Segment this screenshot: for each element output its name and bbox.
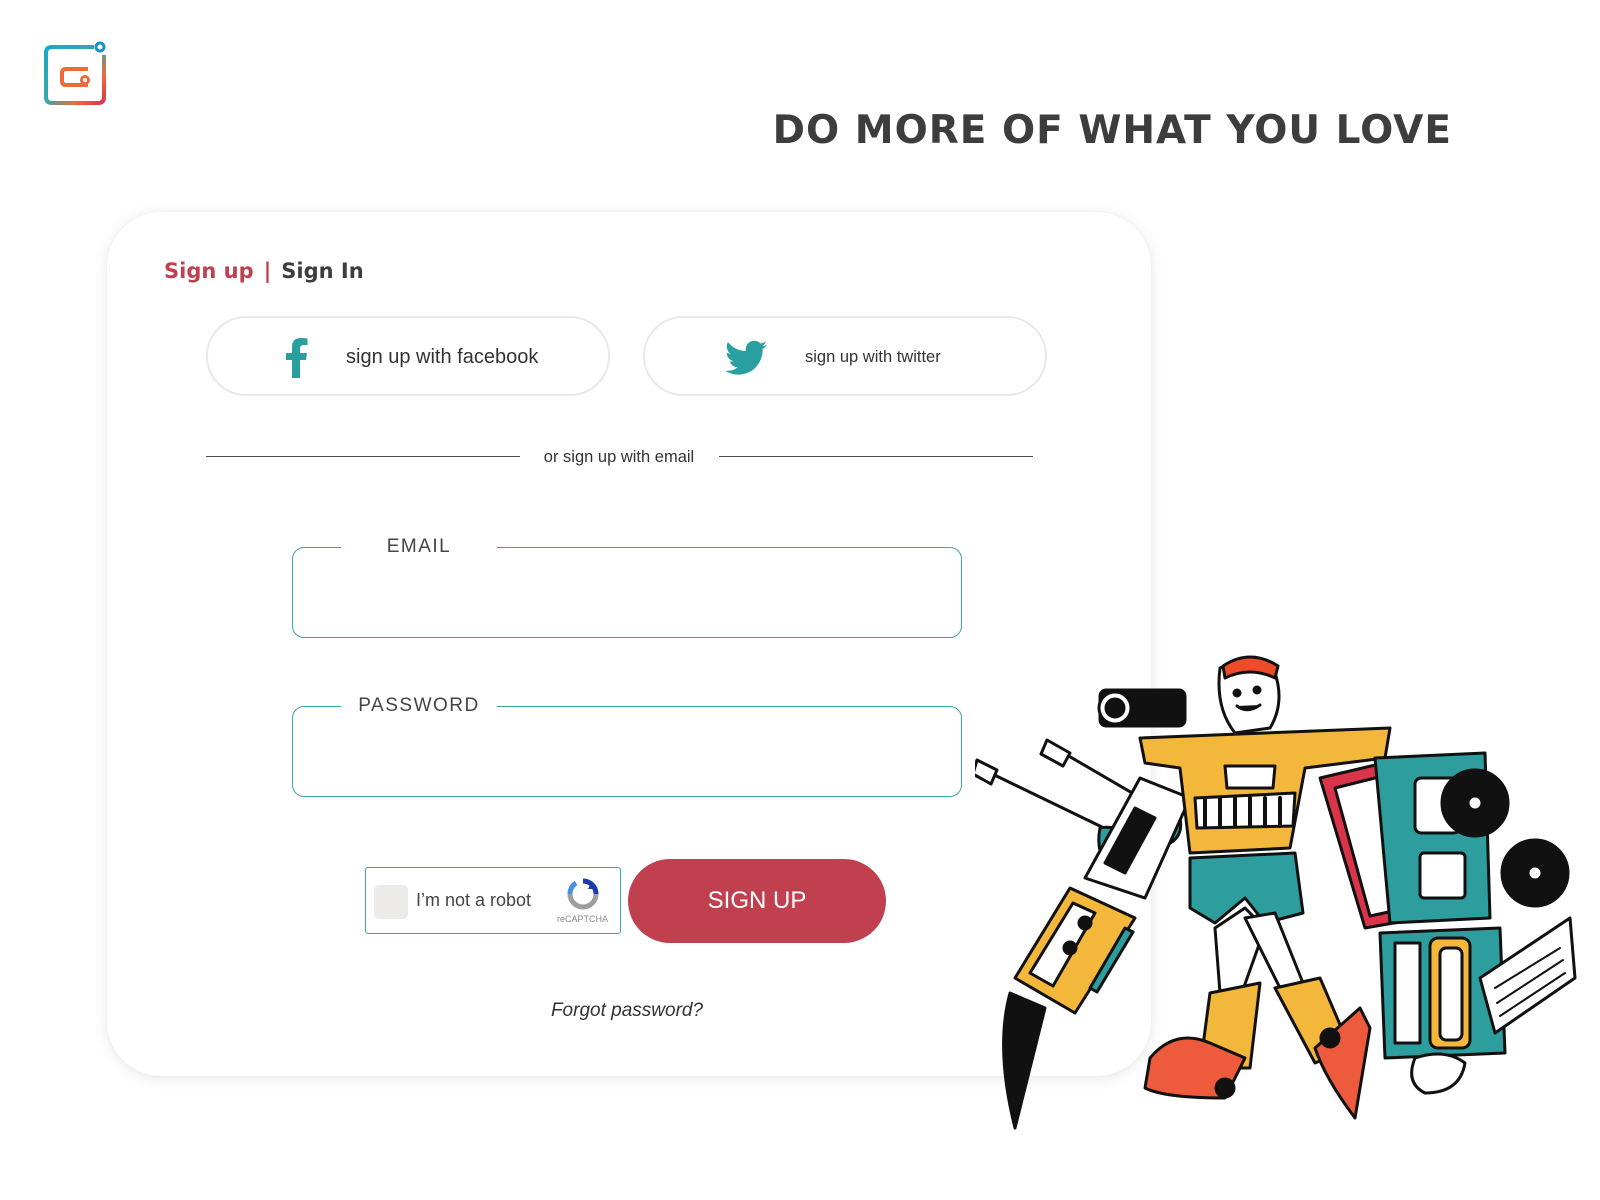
twitter-signup-label: sign up with twitter bbox=[805, 348, 941, 366]
recaptcha-label: I’m not a robot bbox=[416, 890, 532, 910]
facebook-signup-button[interactable]: sign up with facebook bbox=[206, 316, 610, 396]
auth-tabs: Sign up | Sign In bbox=[164, 259, 364, 283]
forgot-password-link[interactable]: Forgot password? bbox=[487, 1000, 767, 1022]
divider-line-right bbox=[719, 456, 1033, 457]
email-label: EMAIL bbox=[341, 534, 497, 560]
twitter-icon bbox=[725, 340, 767, 375]
password-field: PASSWORD bbox=[292, 693, 962, 797]
password-input[interactable] bbox=[307, 727, 947, 786]
tab-sign-in[interactable]: Sign In bbox=[281, 259, 363, 283]
email-field: EMAIL bbox=[292, 534, 962, 638]
tab-sign-up[interactable]: Sign up bbox=[164, 259, 254, 283]
facebook-icon bbox=[286, 338, 308, 378]
recaptcha-icon bbox=[567, 878, 599, 910]
divider-line-left bbox=[206, 456, 520, 457]
app-logo-icon bbox=[44, 41, 106, 105]
recaptcha-checkbox[interactable] bbox=[374, 885, 408, 919]
tab-separator: | bbox=[263, 259, 272, 283]
password-label: PASSWORD bbox=[341, 693, 497, 719]
recaptcha-brand: reCAPTCHA bbox=[557, 914, 609, 924]
page-headline: DO MORE OF WHAT YOU LOVE bbox=[772, 108, 1452, 153]
recaptcha-widget: I’m not a robot reCAPTCHA bbox=[365, 867, 621, 934]
robot-illustration bbox=[975, 655, 1577, 1130]
email-input[interactable] bbox=[307, 568, 947, 627]
facebook-signup-label: sign up with facebook bbox=[346, 346, 539, 368]
sign-up-button[interactable]: SIGN UP bbox=[628, 859, 886, 943]
email-divider-text: or sign up with email bbox=[543, 448, 695, 466]
twitter-signup-button[interactable]: sign up with twitter bbox=[643, 316, 1047, 396]
